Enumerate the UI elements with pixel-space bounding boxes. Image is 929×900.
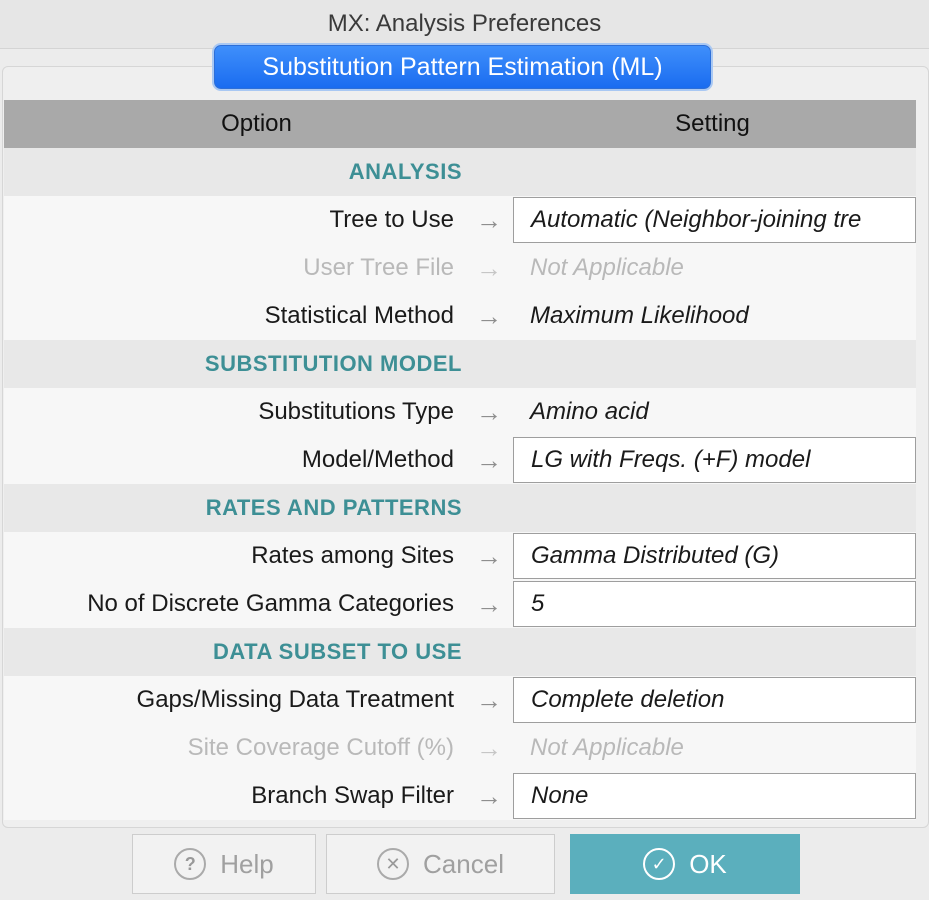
option-label: Tree to Use: [329, 206, 455, 233]
arrow-right-icon: →: [476, 780, 502, 811]
arrow-right-icon: →: [476, 204, 502, 235]
section-label: ANALYSIS: [348, 159, 462, 184]
option-label: Substitutions Type: [258, 398, 454, 425]
arrow-right-icon: →: [476, 732, 502, 763]
arrow-right-icon: →: [476, 684, 502, 715]
setting-dropdown[interactable]: None: [513, 773, 916, 819]
option-label: Branch Swap Filter: [251, 782, 454, 809]
ok-label: OK: [689, 848, 727, 879]
ok-button[interactable]: ✓ OK: [570, 834, 800, 894]
setting-dropdown[interactable]: Complete deletion: [513, 677, 916, 723]
option-row: Branch Swap Filter → None: [4, 772, 916, 820]
options-grid: Option Setting ANALYSIS Tree to Use → Autom…: [4, 100, 916, 820]
arrow-right-icon: →: [476, 588, 502, 619]
setting-dropdown[interactable]: LG with Freqs. (+F) model: [513, 437, 916, 483]
arrow-right-icon: →: [476, 396, 502, 427]
cancel-button[interactable]: ✕ Cancel: [326, 834, 555, 894]
window-title: MX: Analysis Preferences: [0, 0, 929, 49]
option-row: Statistical Method → Maximum Likelihood: [4, 292, 916, 340]
section-header: RATES AND PATTERNS: [4, 484, 916, 532]
option-row: Model/Method → LG with Freqs. (+F) model: [4, 436, 916, 484]
option-row: User Tree File → Not Applicable: [4, 244, 916, 292]
option-label: Site Coverage Cutoff (%): [187, 734, 454, 761]
tab-substitution-pattern-estimation[interactable]: Substitution Pattern Estimation (ML): [214, 45, 711, 89]
option-row: No of Discrete Gamma Categories → 5: [4, 580, 916, 628]
section-label: DATA SUBSET TO USE: [213, 639, 462, 664]
option-row: Gaps/Missing Data Treatment → Complete del…: [4, 676, 916, 724]
grid-rows: ANALYSIS Tree to Use → Automatic (Neighbor-…: [4, 148, 916, 820]
setting-dropdown[interactable]: Gamma Distributed (G): [513, 533, 916, 579]
setting-value: Not Applicable: [530, 254, 684, 281]
option-label: Gaps/Missing Data Treatment: [136, 686, 454, 713]
option-label: User Tree File: [303, 254, 454, 281]
option-row: Tree to Use → Automatic (Neighbor-joining …: [4, 196, 916, 244]
option-label: Model/Method: [301, 446, 454, 473]
option-label: Statistical Method: [264, 302, 454, 329]
section-label: RATES AND PATTERNS: [205, 495, 462, 520]
option-row: Site Coverage Cutoff (%) → Not Applicable: [4, 724, 916, 772]
section-header: SUBSTITUTION MODEL: [4, 340, 916, 388]
option-label: Rates among Sites: [251, 542, 454, 569]
option-column-header: Option: [221, 110, 292, 137]
help-label: Help: [220, 848, 274, 879]
check-circle-icon: ✓: [643, 848, 676, 880]
section-label: SUBSTITUTION MODEL: [204, 351, 462, 376]
setting-dropdown[interactable]: 5: [513, 581, 916, 627]
question-icon: ?: [174, 848, 207, 880]
option-row: Substitutions Type → Amino acid: [4, 388, 916, 436]
cancel-label: Cancel: [423, 848, 504, 879]
option-label: No of Discrete Gamma Categories: [87, 590, 454, 617]
setting-column-header: Setting: [675, 110, 750, 137]
setting-value: Maximum Likelihood: [530, 302, 749, 329]
setting-dropdown[interactable]: Automatic (Neighbor-joining tre: [513, 197, 916, 243]
arrow-right-icon: →: [476, 300, 502, 331]
setting-value: Not Applicable: [530, 734, 684, 761]
grid-header: Option Setting: [4, 100, 916, 148]
section-header: ANALYSIS: [4, 148, 916, 196]
arrow-right-icon: →: [476, 252, 502, 283]
setting-value: Amino acid: [530, 398, 649, 425]
arrow-right-icon: →: [476, 444, 502, 475]
arrow-right-icon: →: [476, 540, 502, 571]
x-circle-icon: ✕: [377, 848, 410, 880]
option-row: Rates among Sites → Gamma Distributed (G): [4, 532, 916, 580]
section-header: DATA SUBSET TO USE: [4, 628, 916, 676]
help-button[interactable]: ? Help: [132, 834, 316, 894]
